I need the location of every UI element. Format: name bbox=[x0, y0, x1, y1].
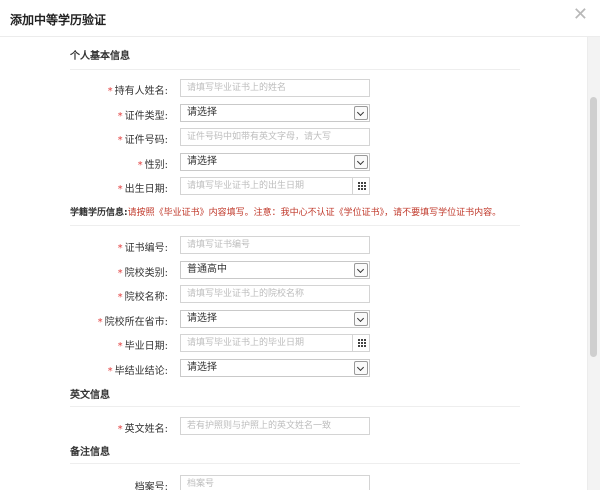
id-type-select[interactable]: 请选择 bbox=[180, 104, 370, 122]
school-name-label: * 院校名称: bbox=[117, 292, 168, 303]
grad-date-field bbox=[180, 334, 370, 352]
id-number-input[interactable] bbox=[180, 128, 370, 146]
divider bbox=[70, 406, 520, 407]
section-remarks-info: 备注信息 bbox=[70, 447, 110, 458]
chevron-down-icon[interactable] bbox=[354, 361, 368, 375]
holder-name-input[interactable] bbox=[180, 79, 370, 97]
calendar-icon[interactable] bbox=[352, 177, 370, 195]
gender-select[interactable]: 请选择 bbox=[180, 153, 370, 171]
english-name-label: * 英文姓名: bbox=[117, 424, 168, 435]
chevron-down-icon[interactable] bbox=[354, 312, 368, 326]
gender-label: * 性别: bbox=[137, 160, 168, 171]
education-section-heading: 学籍学历信息: bbox=[70, 208, 128, 218]
education-notice-text: 请按照《毕业证书》内容填写。注意：我中心不认证《学位证书》，请不要填写学位证书内… bbox=[127, 208, 502, 218]
name-label: * 持有人姓名: bbox=[107, 86, 168, 97]
chevron-down-icon[interactable] bbox=[354, 106, 368, 120]
cert-number-label: * 证书编号: bbox=[117, 243, 168, 254]
grad-result-select[interactable]: 请选择 bbox=[180, 359, 370, 377]
grad-date-input[interactable] bbox=[180, 334, 370, 352]
scrollbar[interactable] bbox=[587, 37, 600, 490]
school-type-select[interactable]: 普通高中 bbox=[180, 261, 370, 279]
school-type-label: * 院校类别: bbox=[117, 268, 168, 279]
chevron-down-icon[interactable] bbox=[354, 155, 368, 169]
id-type-label: * 证件类型: bbox=[117, 111, 168, 122]
education-notice: 学籍学历信息:请按照《毕业证书》内容填写。注意：我中心不认证《学位证书》，请不要… bbox=[70, 205, 501, 218]
dialog-titlebar: 添加中等学历验证 ✕ bbox=[0, 0, 600, 37]
dialog-title: 添加中等学历验证 bbox=[10, 13, 107, 27]
calendar-icon[interactable] bbox=[352, 334, 370, 352]
chevron-down-icon[interactable] bbox=[354, 263, 368, 277]
divider bbox=[70, 225, 520, 226]
school-city-select[interactable]: 请选择 bbox=[180, 310, 370, 328]
birth-date-field bbox=[180, 177, 370, 195]
english-name-input[interactable] bbox=[180, 417, 370, 435]
divider bbox=[70, 463, 520, 464]
divider bbox=[70, 69, 520, 70]
cert-number-input[interactable] bbox=[180, 236, 370, 254]
school-name-input[interactable] bbox=[180, 285, 370, 303]
dialog: 添加中等学历验证 ✕ 个人基本信息 *持有人姓名: *证件类型: 请选择 *证件… bbox=[0, 0, 600, 490]
close-icon[interactable]: ✕ bbox=[573, 5, 588, 25]
birth-date-label: * 出生日期: bbox=[117, 184, 168, 195]
grad-result-label: * 毕结业结论: bbox=[107, 366, 168, 377]
grad-date-label: * 毕业日期: bbox=[117, 341, 168, 352]
form-content: 个人基本信息 *持有人姓名: *证件类型: 请选择 *证件号码: *性别: 请选… bbox=[0, 37, 588, 490]
section-personal-info: 个人基本信息 bbox=[70, 51, 130, 62]
scrollbar-thumb[interactable] bbox=[590, 97, 597, 357]
id-number-label: * 证件号码: bbox=[117, 135, 168, 146]
archive-number-input[interactable] bbox=[180, 475, 370, 490]
archive-number-label: 档案号: bbox=[134, 482, 168, 490]
school-city-label: * 院校所在省市: bbox=[97, 317, 168, 328]
section-english-info: 英文信息 bbox=[70, 390, 110, 401]
birth-date-input[interactable] bbox=[180, 177, 370, 195]
